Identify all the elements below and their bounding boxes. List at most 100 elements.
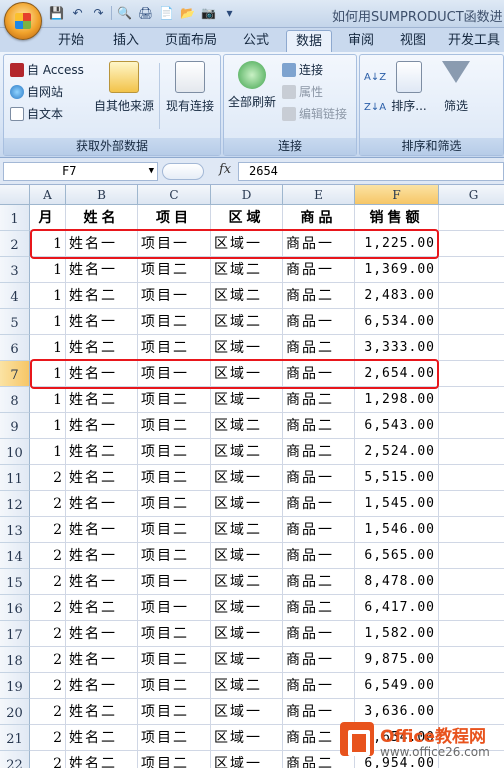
column-title-cell[interactable]: 区域	[211, 205, 283, 231]
table-cell[interactable]: 姓名二	[66, 283, 138, 309]
table-cell[interactable]	[439, 413, 504, 439]
from-other-sources-button[interactable]: 自其他来源	[90, 61, 158, 114]
table-cell[interactable]: 商品二	[283, 283, 355, 309]
camera-icon[interactable]: 📷	[200, 5, 217, 21]
table-cell[interactable]	[439, 543, 504, 569]
table-cell[interactable]: 姓名一	[66, 257, 138, 283]
table-cell[interactable]: 项目二	[138, 309, 211, 335]
table-cell[interactable]: 6,534.00	[355, 309, 439, 335]
customize-toolbar-icon[interactable]: ▾	[221, 5, 238, 21]
table-cell[interactable]: 项目二	[138, 647, 211, 673]
table-cell[interactable]: 区域一	[211, 491, 283, 517]
tab-page-layout[interactable]: 页面布局	[158, 30, 224, 52]
table-cell[interactable]	[439, 387, 504, 413]
column-title-cell[interactable]: 月	[30, 205, 66, 231]
row-header[interactable]: 2	[0, 231, 30, 257]
table-cell[interactable]: 姓名二	[66, 595, 138, 621]
column-title-cell[interactable]: 销售额	[355, 205, 439, 231]
table-cell[interactable]: 1,298.00	[355, 387, 439, 413]
table-cell[interactable]	[439, 439, 504, 465]
column-title-cell[interactable]	[439, 205, 504, 231]
table-cell[interactable]: 1	[30, 387, 66, 413]
table-cell[interactable]: 姓名一	[66, 361, 138, 387]
column-header-g[interactable]: G	[439, 185, 504, 205]
table-cell[interactable]: 1,545.00	[355, 491, 439, 517]
table-cell[interactable]: 区域一	[211, 335, 283, 361]
table-cell[interactable]: 区域二	[211, 673, 283, 699]
table-cell[interactable]: 区域一	[211, 231, 283, 257]
table-cell[interactable]: 商品一	[283, 647, 355, 673]
print-icon[interactable]: 🖨	[137, 5, 154, 21]
tab-review[interactable]: 审阅	[340, 30, 382, 52]
tab-home[interactable]: 开始	[48, 30, 94, 52]
table-cell[interactable]: 项目二	[138, 673, 211, 699]
column-header-e[interactable]: E	[283, 185, 355, 205]
table-cell[interactable]: 1	[30, 439, 66, 465]
table-cell[interactable]: 项目二	[138, 387, 211, 413]
table-cell[interactable]: 姓名一	[66, 491, 138, 517]
table-cell[interactable]: 项目一	[138, 595, 211, 621]
table-cell[interactable]: 区域一	[211, 621, 283, 647]
insert-function-icon[interactable]: fx	[219, 162, 231, 177]
table-cell[interactable]: 商品一	[283, 309, 355, 335]
table-cell[interactable]: 姓名一	[66, 309, 138, 335]
table-cell[interactable]: 区域一	[211, 543, 283, 569]
table-cell[interactable]: 区域一	[211, 751, 283, 768]
table-cell[interactable]: 商品一	[283, 621, 355, 647]
table-cell[interactable]: 2	[30, 673, 66, 699]
table-cell[interactable]: 项目二	[138, 699, 211, 725]
table-cell[interactable]: 商品一	[283, 465, 355, 491]
row-header[interactable]: 1	[0, 205, 30, 231]
table-cell[interactable]: 1,546.00	[355, 517, 439, 543]
table-cell[interactable]: 区域二	[211, 309, 283, 335]
row-header[interactable]: 14	[0, 543, 30, 569]
table-cell[interactable]: 1	[30, 309, 66, 335]
from-text-button[interactable]: 自文本	[10, 105, 63, 122]
table-cell[interactable]: 8,478.00	[355, 569, 439, 595]
tab-view[interactable]: 视图	[392, 30, 434, 52]
table-cell[interactable]: 项目一	[138, 569, 211, 595]
table-cell[interactable]	[439, 517, 504, 543]
table-cell[interactable]: 商品一	[283, 491, 355, 517]
table-cell[interactable]: 商品一	[283, 257, 355, 283]
table-cell[interactable]	[439, 621, 504, 647]
table-cell[interactable]: 商品二	[283, 439, 355, 465]
row-header[interactable]: 6	[0, 335, 30, 361]
worksheet-grid[interactable]: A B C D E F G 1 月姓名 项目 区域 商品 销售额 2 1 姓名一 项目一 区域一 商品一 1,225.…	[0, 185, 504, 768]
from-access-button[interactable]: 自 Access	[10, 61, 84, 78]
table-cell[interactable]: 商品二	[283, 595, 355, 621]
table-cell[interactable]: 区域二	[211, 439, 283, 465]
table-cell[interactable]: 2	[30, 543, 66, 569]
tab-data[interactable]: 数据	[286, 30, 332, 52]
chevron-down-icon[interactable]: ▼	[149, 163, 154, 180]
tab-insert[interactable]: 插入	[104, 30, 148, 52]
column-title-cell[interactable]: 项目	[138, 205, 211, 231]
table-cell[interactable]: 区域一	[211, 647, 283, 673]
table-cell[interactable]: 项目二	[138, 465, 211, 491]
undo-icon[interactable]: ↶	[69, 5, 86, 21]
table-cell[interactable]: 2	[30, 621, 66, 647]
table-cell[interactable]: 9,875.00	[355, 647, 439, 673]
sort-button[interactable]: 排序...	[388, 61, 430, 114]
existing-connections-button[interactable]: 现有连接	[162, 61, 218, 114]
filter-button[interactable]: 筛选	[436, 61, 476, 114]
formula-bar-handle[interactable]	[162, 163, 204, 180]
table-cell[interactable]: 5,515.00	[355, 465, 439, 491]
column-title-cell[interactable]: 商品	[283, 205, 355, 231]
row-header[interactable]: 4	[0, 283, 30, 309]
table-cell[interactable]: 商品二	[283, 569, 355, 595]
table-cell[interactable]: 姓名一	[66, 673, 138, 699]
table-cell[interactable]: 区域二	[211, 517, 283, 543]
save-icon[interactable]: 💾	[48, 5, 65, 21]
table-cell[interactable]: 区域二	[211, 283, 283, 309]
table-cell[interactable]: 6,543.00	[355, 413, 439, 439]
table-cell[interactable]: 项目二	[138, 257, 211, 283]
table-cell[interactable]: 1	[30, 413, 66, 439]
table-cell[interactable]: 商品一	[283, 361, 355, 387]
table-cell[interactable]	[439, 569, 504, 595]
table-cell[interactable]: 商品一	[283, 231, 355, 257]
column-header-b[interactable]: B	[66, 185, 138, 205]
table-cell[interactable]: 商品一	[283, 673, 355, 699]
table-cell[interactable]: 1	[30, 231, 66, 257]
table-cell[interactable]: 1,369.00	[355, 257, 439, 283]
